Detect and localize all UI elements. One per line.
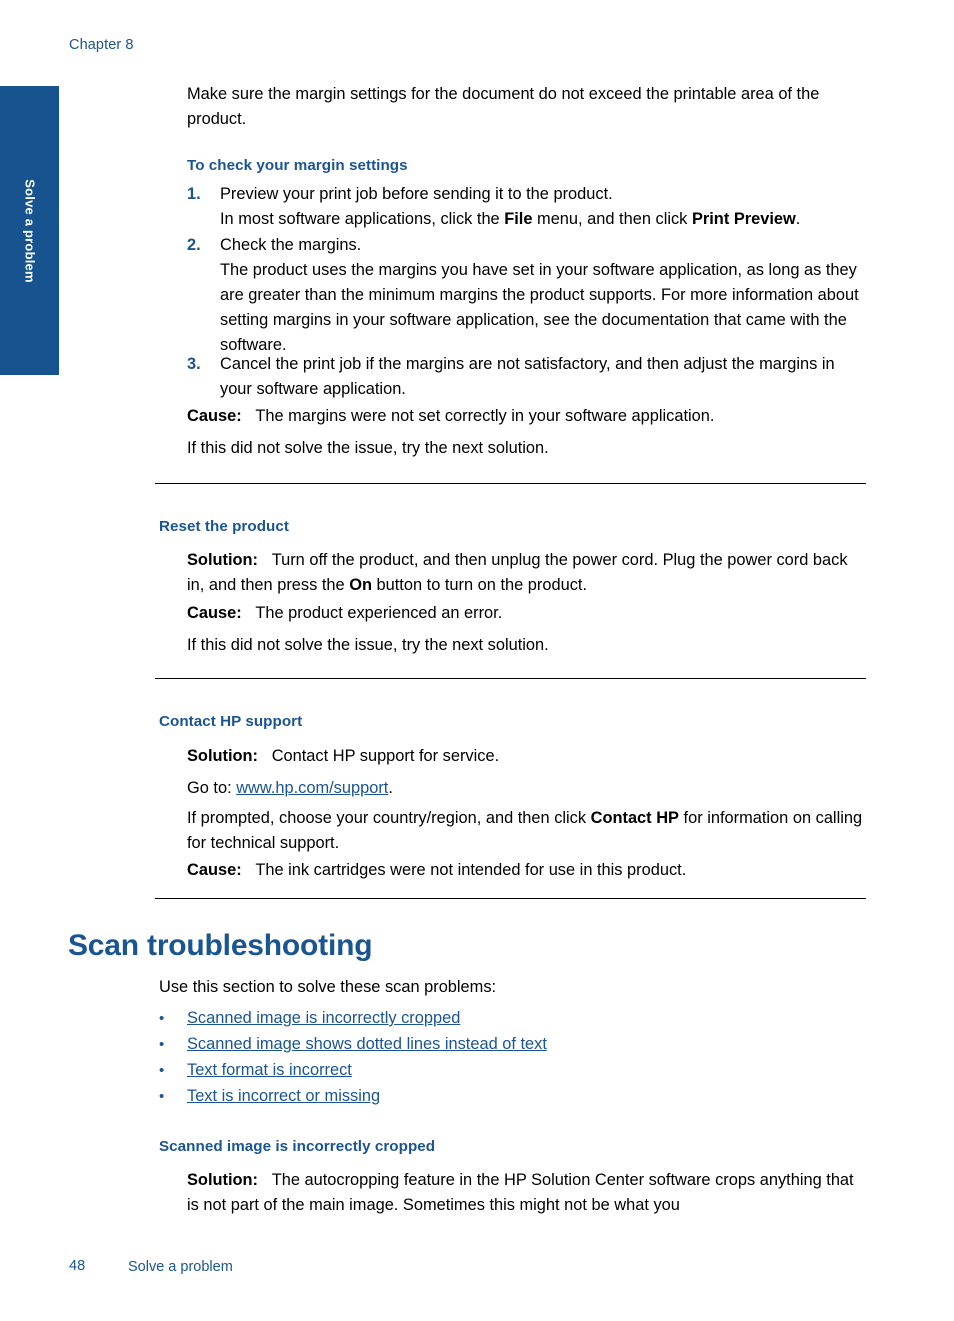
- contact-hp-goto: Go to: www.hp.com/support.: [187, 776, 867, 801]
- hp-support-link[interactable]: www.hp.com/support: [236, 779, 388, 797]
- goto-prefix: Go to:: [187, 779, 237, 797]
- bullet-body: Scanned image shows dotted lines instead…: [187, 1032, 859, 1057]
- reset-product-solution: Solution: Turn off the product, and then…: [187, 548, 867, 598]
- next-solution-reset: If this did not solve the issue, try the…: [187, 636, 549, 654]
- list-item-step-1: 1. Preview your print job before sending…: [187, 182, 867, 232]
- section-divider: [155, 898, 866, 899]
- solution-label: Solution:: [187, 1171, 259, 1189]
- document-page: Chapter 8 Solve a problem Make sure the …: [0, 0, 954, 1321]
- bullet-icon: •: [159, 1088, 165, 1105]
- step-line-2: The product uses the margins you have se…: [220, 261, 859, 354]
- step-line-1: Check the margins.: [220, 236, 362, 254]
- scan-link-dotted-lines[interactable]: Scanned image shows dotted lines instead…: [187, 1035, 547, 1053]
- goto-suffix: .: [388, 779, 393, 797]
- emphasis-print-preview: Print Preview: [691, 210, 796, 228]
- intro-paragraph: Make sure the margin settings for the do…: [187, 85, 820, 128]
- step-body: Cancel the print job if the margins are …: [220, 355, 835, 398]
- solution-text: Contact HP support for service.: [271, 747, 500, 765]
- step-number: 2.: [187, 236, 201, 254]
- margin-procedure-heading: To check your margin settings: [187, 157, 408, 174]
- section-divider: [155, 678, 866, 679]
- footer-page-number: 48: [69, 1258, 86, 1274]
- side-tab-label: Solve a problem: [22, 178, 37, 283]
- list-item-step-3: 3. Cancel the print job if the margins a…: [187, 352, 867, 402]
- cause-label: Cause:: [187, 407, 242, 425]
- emphasis-contact-hp: Contact HP: [590, 809, 679, 827]
- contact-hp-prompt: If prompted, choose your country/region,…: [187, 806, 867, 856]
- footer-section-label: Solve a problem: [128, 1259, 233, 1275]
- cause-label: Cause:: [187, 861, 242, 879]
- step-body: Check the margins. The product uses the …: [220, 233, 867, 358]
- step-line-2-prefix: In most software applications, click the: [220, 210, 505, 228]
- step-number: 3.: [187, 355, 201, 373]
- step-line-2-mid: menu, and then click: [532, 210, 692, 228]
- contact-hp-solution: Solution: Contact HP support for service…: [187, 744, 867, 769]
- cause-label: Cause:: [187, 604, 242, 622]
- scan-troubleshooting-intro: Use this section to solve these scan pro…: [159, 978, 497, 996]
- bullet-body: Text is incorrect or missing: [187, 1084, 859, 1109]
- step-number: 1.: [187, 185, 201, 203]
- step-line-1: Preview your print job before sending it…: [220, 185, 613, 203]
- next-solution-margins: If this did not solve the issue, try the…: [187, 439, 549, 457]
- step-body: Preview your print job before sending it…: [220, 182, 867, 232]
- bullet-icon: •: [159, 1062, 165, 1079]
- list-item-step-2: 2. Check the margins. The product uses t…: [187, 233, 867, 358]
- solution-part-2: button to turn on the product.: [371, 576, 588, 594]
- contact-hp-cause: Cause: The ink cartridges were not inten…: [187, 858, 867, 883]
- cause-block-margins: Cause: The margins were not set correctl…: [187, 404, 867, 429]
- solution-label: Solution:: [187, 747, 259, 765]
- scan-link-text-format[interactable]: Text format is incorrect: [187, 1061, 352, 1079]
- cause-text: The ink cartridges were not intended for…: [255, 861, 687, 879]
- solution-label: Solution:: [187, 551, 259, 569]
- scan-link-cropped[interactable]: Scanned image is incorrectly cropped: [187, 1009, 460, 1027]
- list-item-scan-link-2: • Scanned image shows dotted lines inste…: [159, 1032, 859, 1057]
- bullet-body: Scanned image is incorrectly cropped: [187, 1006, 859, 1031]
- reset-product-heading: Reset the product: [159, 518, 289, 535]
- step-line-2-suffix: .: [795, 210, 801, 228]
- cropped-section-heading: Scanned image is incorrectly cropped: [159, 1138, 436, 1155]
- chapter-header: Chapter 8: [69, 37, 134, 53]
- side-tab-solve-a-problem: Solve a problem: [0, 86, 59, 375]
- cause-text: The product experienced an error.: [255, 604, 503, 622]
- bullet-body: Text format is incorrect: [187, 1058, 859, 1083]
- bullet-icon: •: [159, 1010, 165, 1027]
- scan-troubleshooting-heading: Scan troubleshooting: [68, 929, 373, 962]
- scan-link-text-missing[interactable]: Text is incorrect or missing: [187, 1087, 380, 1105]
- prompt-part-1: If prompted, choose your country/region,…: [187, 809, 591, 827]
- section-divider: [155, 483, 866, 484]
- list-item-scan-link-1: • Scanned image is incorrectly cropped: [159, 1006, 859, 1031]
- emphasis-on-button: On: [349, 576, 372, 594]
- cause-text: The margins were not set correctly in yo…: [255, 407, 715, 425]
- reset-product-cause: Cause: The product experienced an error.: [187, 601, 867, 626]
- emphasis-file: File: [504, 210, 533, 228]
- bullet-icon: •: [159, 1036, 165, 1053]
- solution-text: The autocropping feature in the HP Solut…: [187, 1171, 854, 1214]
- contact-hp-heading: Contact HP support: [159, 713, 303, 730]
- list-item-scan-link-3: • Text format is incorrect: [159, 1058, 859, 1083]
- list-item-scan-link-4: • Text is incorrect or missing: [159, 1084, 859, 1109]
- cropped-section-solution: Solution: The autocropping feature in th…: [187, 1168, 867, 1218]
